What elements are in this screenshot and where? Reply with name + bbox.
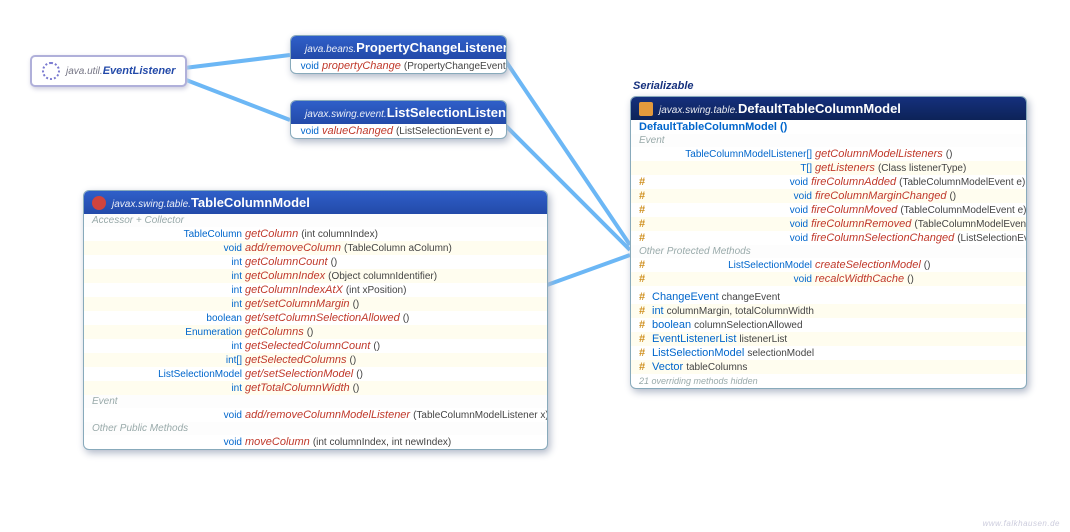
method-row: void moveColumn (int columnIndex, int ne… [84, 435, 547, 449]
eventlistener-box: java.util.EventListener [30, 55, 187, 87]
interface-icon [92, 196, 106, 210]
method-row: #void fireColumnMarginChanged () [631, 189, 1026, 203]
listselectionlistener-box: javax.swing.event.ListSelectionListener … [290, 100, 507, 139]
footer-hidden: 21 overriding methods hidden [631, 374, 1026, 388]
method-row: T[] getListeners (Class listenerType) [631, 161, 1026, 175]
method-row: Enumeration getColumns () [84, 325, 547, 339]
method-row: int getTotalColumnWidth () [84, 381, 547, 395]
credit: www.falkhausen.de [983, 519, 1060, 528]
method-row: TableColumn getColumn (int columnIndex) [84, 227, 547, 241]
method-row: void add/removeColumn (TableColumn aColu… [84, 241, 547, 255]
defaulttablecolumnmodel-box: javax.swing.table.DefaultTableColumnMode… [630, 96, 1027, 389]
method-row: int getSelectedColumnCount () [84, 339, 547, 353]
section-label: Event [84, 395, 547, 408]
method-row: #void fireColumnRemoved (TableColumnMode… [631, 217, 1026, 231]
tablecolumnmodel-box: javax.swing.table.TableColumnModel Acces… [83, 190, 548, 450]
class-icon [639, 102, 653, 116]
method-row: TableColumnModelListener[] getColumnMode… [631, 147, 1026, 161]
method-row: #ListSelectionModel createSelectionModel… [631, 258, 1026, 272]
method-row: int getColumnIndex (Object columnIdentif… [84, 269, 547, 283]
field-row: #int columnMargin, totalColumnWidth [631, 304, 1026, 318]
serializable-label: Serializable [633, 80, 694, 92]
field-row: #ListSelectionModel selectionModel [631, 346, 1026, 360]
method-row: #void fireColumnMoved (TableColumnModelE… [631, 203, 1026, 217]
constructor: DefaultTableColumnModel () [639, 121, 787, 133]
method-row: ListSelectionModel get/setSelectionModel… [84, 367, 547, 381]
section-label: Accessor + Collector [84, 214, 547, 227]
propertychangelistener-box: java.beans.PropertyChangeListener void p… [290, 35, 507, 74]
method-row: boolean get/setColumnSelectionAllowed () [84, 311, 547, 325]
method-row: #void recalcWidthCache () [631, 272, 1026, 286]
field-row: #Vector tableColumns [631, 360, 1026, 374]
method-row: int getColumnIndexAtX (int xPosition) [84, 283, 547, 297]
method-row: void add/removeColumnModelListener (Tabl… [84, 408, 547, 422]
field-row: #boolean columnSelectionAllowed [631, 318, 1026, 332]
section-label: Other Protected Methods [631, 245, 1026, 258]
method-row: #void fireColumnAdded (TableColumnModelE… [631, 175, 1026, 189]
interface-icon [42, 62, 60, 80]
section-label: Other Public Methods [84, 422, 547, 435]
field-row: #ChangeEvent changeEvent [631, 290, 1026, 304]
field-row: #EventListenerList listenerList [631, 332, 1026, 346]
section-label: Event [631, 134, 1026, 147]
method-row: int[] getSelectedColumns () [84, 353, 547, 367]
method-row: #void fireColumnSelectionChanged (ListSe… [631, 231, 1026, 245]
method-row: int getColumnCount () [84, 255, 547, 269]
method-row: int get/setColumnMargin () [84, 297, 547, 311]
